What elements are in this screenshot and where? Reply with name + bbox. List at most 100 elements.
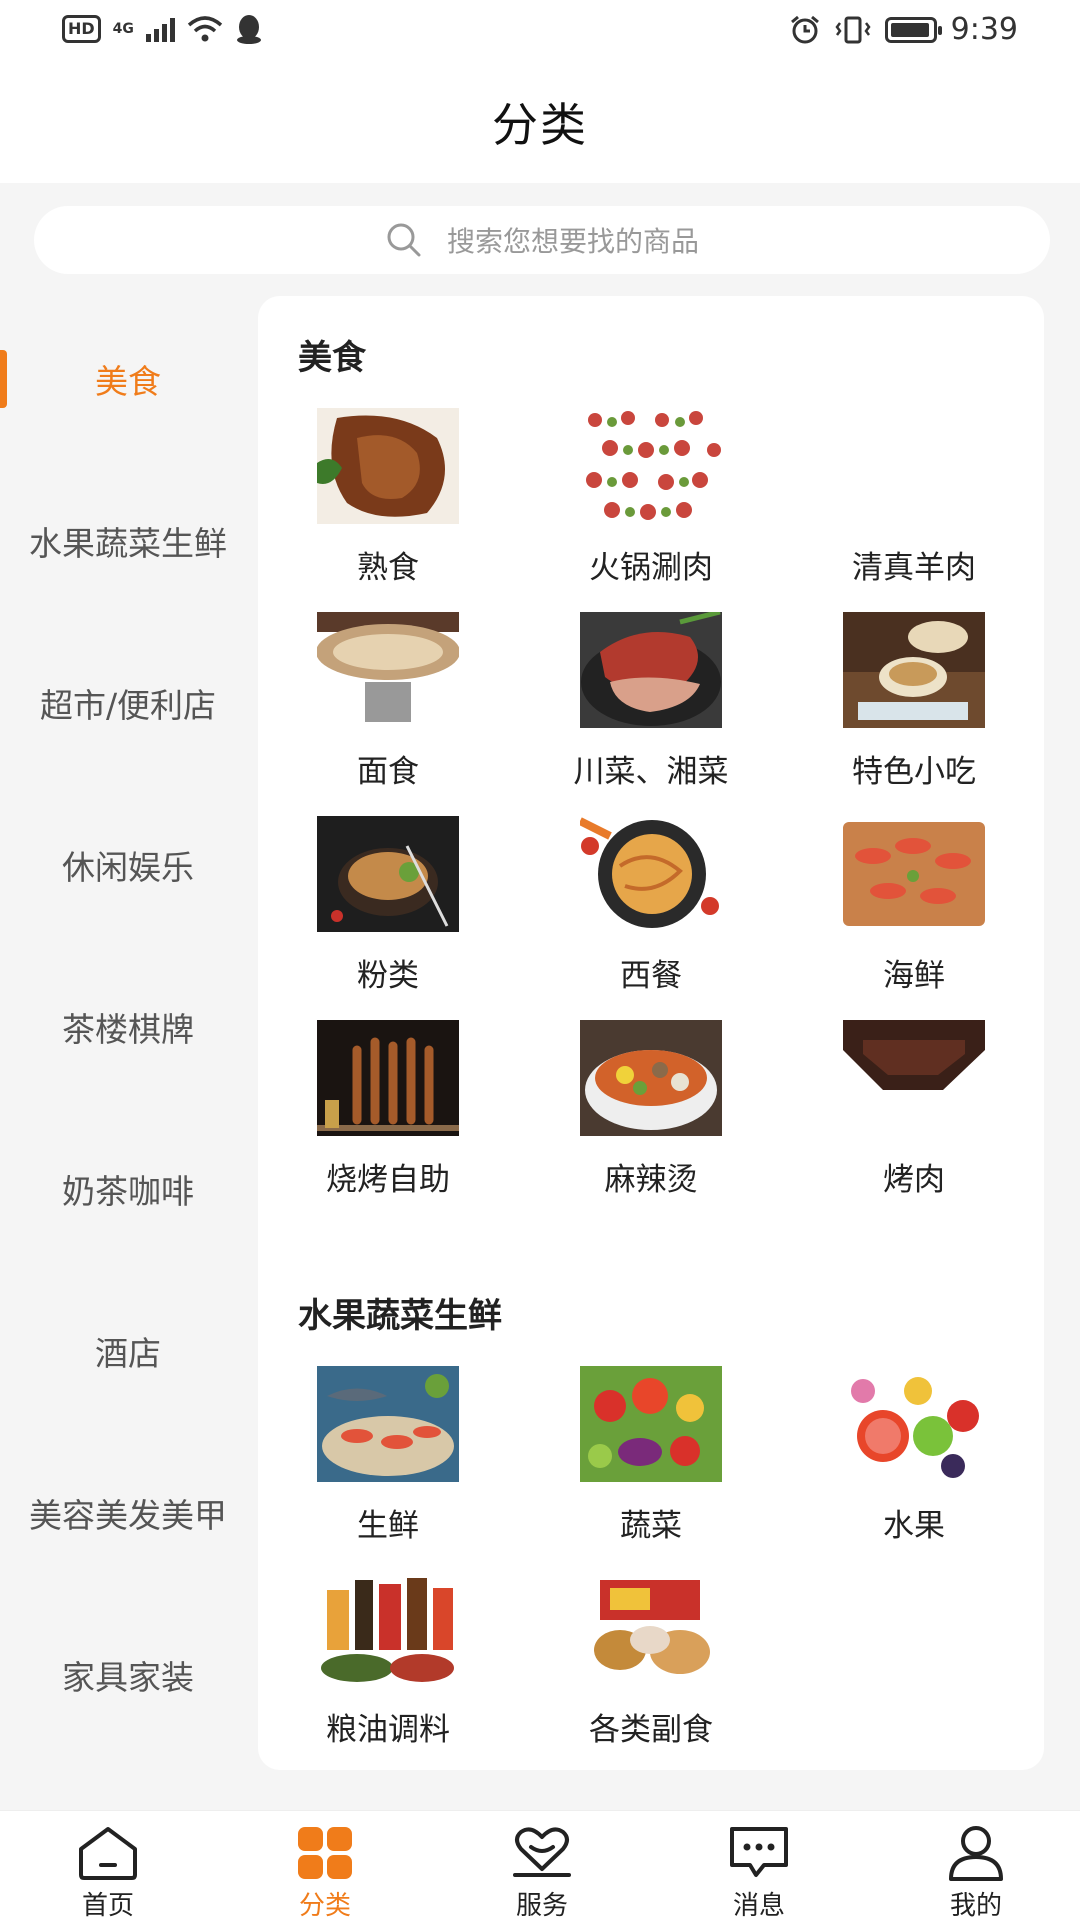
category-item-label: 生鲜	[357, 1508, 419, 1544]
spaghetti-image	[580, 816, 722, 932]
hotpot-dishes-image	[580, 408, 722, 524]
alarm-icon	[790, 15, 819, 43]
qq-icon	[236, 15, 261, 44]
sidebar-item-label: 休闲娱乐	[62, 848, 194, 887]
sidebar-item-hotel[interactable]: 酒店	[0, 1301, 256, 1401]
sidebar-item-supermarket[interactable]: 超市/便利店	[0, 653, 256, 753]
category-item-halal-lamb[interactable]: 清真羊肉	[814, 408, 1014, 587]
category-item-bbq-buffet[interactable]: 烧烤自助	[288, 1020, 488, 1199]
rice-noodles-image	[317, 816, 459, 932]
tab-category[interactable]: 分类	[245, 1811, 405, 1921]
vibrate-icon	[835, 16, 871, 43]
category-item-label: 水果	[883, 1508, 945, 1544]
tab-home[interactable]: 首页	[28, 1811, 188, 1921]
category-item-label: 各类副食	[589, 1712, 713, 1748]
category-item-grain-oil[interactable]: 粮油调料	[288, 1570, 488, 1749]
hd-badge: HD	[62, 15, 101, 43]
signal-icon	[145, 16, 175, 42]
category-item-malatang[interactable]: 麻辣烫	[551, 1020, 751, 1199]
category-item-noodles[interactable]: 面食	[288, 612, 488, 791]
category-item-non-staple[interactable]: 各类副食	[551, 1570, 751, 1749]
category-item-label: 清真羊肉	[852, 550, 976, 586]
category-item-label: 西餐	[620, 958, 682, 994]
category-item-grilled-meat[interactable]: 烤肉	[814, 1020, 1014, 1199]
category-item-rice-noodles[interactable]: 粉类	[288, 816, 488, 995]
category-panel: 美食 熟食 火锅涮肉 清真羊肉 面食 川菜、湘菜 特色小吃 粉类 西餐 海鲜 烧…	[258, 296, 1044, 1770]
category-item-label: 蔬菜	[620, 1508, 682, 1544]
tab-message[interactable]: 消息	[679, 1811, 839, 1921]
category-item-label: 川菜、湘菜	[573, 754, 729, 790]
category-item-label: 海鲜	[883, 958, 945, 994]
halal-lamb-image	[843, 408, 985, 524]
sidebar-item-label: 家具家装	[62, 1658, 194, 1697]
section-title: 水果蔬菜生鲜	[298, 1296, 502, 1336]
sidebar-item-fresh[interactable]: 水果蔬菜生鲜	[0, 491, 256, 591]
clock: 9:39	[950, 12, 1018, 47]
cured-meat-image	[580, 612, 722, 728]
snacks-image	[843, 612, 985, 728]
service-icon	[513, 1827, 571, 1877]
sidebar-item-label: 超市/便利店	[39, 686, 217, 725]
category-item-label: 火锅涮肉	[589, 550, 713, 586]
category-item-label: 熟食	[357, 550, 419, 586]
braised-meat-image	[317, 408, 459, 524]
category-item-label: 麻辣烫	[604, 1162, 698, 1198]
category-item-vegetables[interactable]: 蔬菜	[551, 1366, 751, 1545]
sidebar-item-food[interactable]: 美食	[0, 329, 256, 429]
bbq-image	[843, 1020, 985, 1136]
category-item-label: 面食	[357, 754, 419, 790]
category-item-western[interactable]: 西餐	[551, 816, 751, 995]
sidebar-item-label: 酒店	[95, 1334, 161, 1373]
seafood-platter-image	[843, 816, 985, 932]
category-item-seafood[interactable]: 海鲜	[814, 816, 1014, 995]
tab-label: 分类	[298, 1891, 351, 1921]
sidebar-item-furniture[interactable]: 家具家装	[0, 1625, 256, 1725]
category-item-fresh[interactable]: 生鲜	[288, 1366, 488, 1545]
page-title: 分类	[492, 97, 588, 152]
sidebar-item-label: 美容美发美甲	[29, 1496, 227, 1535]
message-icon	[730, 1827, 788, 1877]
wifi-icon	[187, 16, 223, 42]
skewers-image	[317, 1020, 459, 1136]
sidebar-item-teahouse[interactable]: 茶楼棋牌	[0, 977, 256, 1077]
sidebar-item-beauty[interactable]: 美容美发美甲	[0, 1463, 256, 1563]
tab-label: 我的	[949, 1891, 1002, 1921]
battery-level	[890, 22, 929, 37]
search-placeholder: 搜索您想要找的商品	[446, 225, 699, 258]
sidebar-item-milktea[interactable]: 奶茶咖啡	[0, 1139, 256, 1239]
battery-icon	[884, 16, 942, 43]
fruits-image	[843, 1366, 985, 1482]
category-item-snacks[interactable]: 特色小吃	[814, 612, 1014, 791]
profile-icon	[949, 1826, 1003, 1881]
category-item-sichuan-hunan[interactable]: 川菜、湘菜	[551, 612, 751, 791]
tab-service[interactable]: 服务	[462, 1811, 622, 1921]
status-bar: HD 4G 9:39	[0, 0, 1080, 60]
tab-label: 消息	[732, 1891, 785, 1921]
network-type: 4G	[112, 21, 134, 37]
vegetables-image	[580, 1366, 722, 1482]
groceries-image	[580, 1570, 722, 1686]
tab-label: 首页	[81, 1891, 134, 1921]
home-icon	[79, 1827, 137, 1880]
sidebar-item-label: 水果蔬菜生鲜	[29, 524, 227, 563]
tab-label: 服务	[515, 1891, 568, 1921]
fresh-seafood-image	[317, 1366, 459, 1482]
category-item-fruits[interactable]: 水果	[814, 1366, 1014, 1545]
sidebar-item-label: 茶楼棋牌	[62, 1010, 194, 1049]
category-sidebar: 美食 水果蔬菜生鲜 超市/便利店 休闲娱乐 茶楼棋牌 奶茶咖啡 酒店 美容美发美…	[0, 295, 256, 1810]
sidebar-item-label: 美食	[95, 362, 161, 401]
category-item-label: 特色小吃	[852, 754, 976, 790]
page-header: 分类	[0, 60, 1080, 183]
sidebar-item-leisure[interactable]: 休闲娱乐	[0, 815, 256, 915]
malatang-image	[580, 1020, 722, 1136]
category-item-cooked-food[interactable]: 熟食	[288, 408, 488, 587]
category-item-label: 烤肉	[883, 1162, 945, 1198]
category-icon	[298, 1827, 352, 1879]
tab-profile[interactable]: 我的	[896, 1811, 1056, 1921]
bottom-tab-bar: 首页 分类 服务 消息 我的	[0, 1810, 1080, 1921]
category-item-label: 烧烤自助	[326, 1162, 450, 1198]
category-item-label: 粉类	[357, 958, 419, 994]
search-bar[interactable]: 搜索您想要找的商品	[34, 206, 1050, 274]
status-left: HD 4G	[62, 14, 263, 44]
category-item-hotpot[interactable]: 火锅涮肉	[551, 408, 751, 587]
